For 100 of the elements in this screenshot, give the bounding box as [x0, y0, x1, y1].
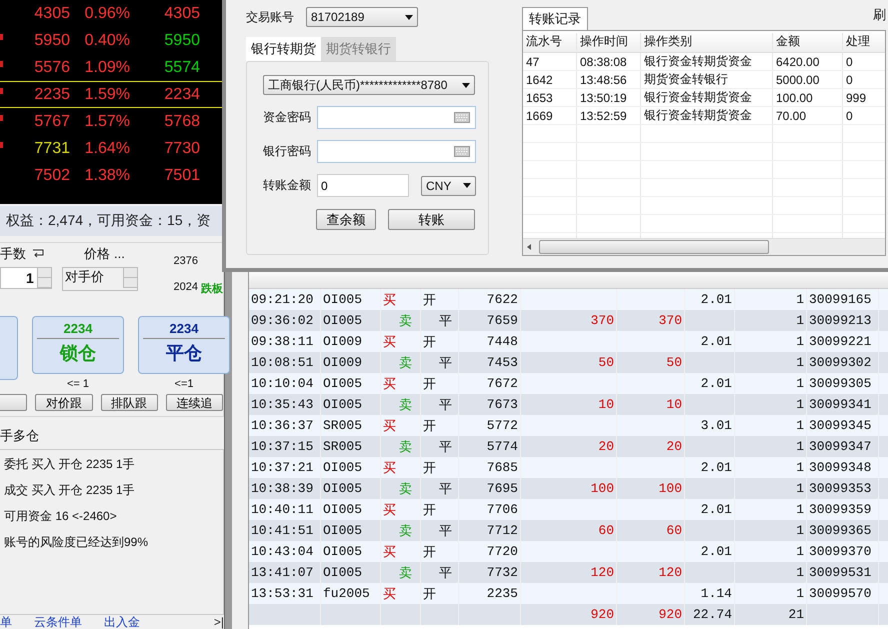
open-close-text: 开 — [423, 292, 436, 308]
quote-change: 1.38% — [84, 166, 130, 184]
follow-button[interactable]: 排队跟 — [100, 394, 158, 411]
log-entry: 账号的风险度已经达到99% — [3, 534, 150, 551]
table-cell: 13:52:59 — [577, 107, 641, 124]
keyboard-icon[interactable] — [454, 146, 470, 157]
profit-text: 10 — [666, 397, 682, 412]
fee-text: 1.14 — [700, 586, 732, 601]
log-entry: 可用资金 16 <-2460> — [3, 508, 118, 525]
open-close-text: 平 — [439, 312, 452, 330]
limit-text: <=1 — [174, 378, 194, 390]
tab[interactable]: 银行转期货 — [246, 37, 321, 61]
bottom-tab[interactable]: 云条件单 — [34, 614, 82, 629]
total-cell: 22.74 — [685, 604, 735, 625]
spinner-icon[interactable] — [122, 268, 136, 288]
account-label: 交易账号 — [246, 8, 294, 26]
table-cell: 银行资金转期货资金 — [641, 89, 773, 106]
price-label: 价格 — [84, 244, 110, 263]
side-text: 卖 — [399, 564, 412, 582]
amount-field[interactable]: 0 — [317, 174, 409, 197]
scroll-left-icon[interactable] — [527, 244, 531, 250]
open-close-text: 平 — [439, 480, 452, 498]
table-cell: 47 — [523, 53, 577, 70]
price-type-field[interactable]: 对手价 — [62, 266, 138, 291]
order-button[interactable]: 2234 平仓 — [138, 316, 230, 374]
records-tab[interactable]: 转账记录 — [522, 7, 588, 30]
column-header[interactable]: 操作时间 — [577, 33, 641, 50]
open-close-text: 开 — [423, 334, 436, 350]
open-close-text: 开 — [423, 376, 436, 392]
table-cell: 0 — [843, 53, 885, 70]
follow-button[interactable]: 连续追 — [166, 394, 223, 411]
profit-text: 50 — [598, 355, 614, 370]
side-text: 卖 — [399, 312, 412, 330]
side-text: 买 — [383, 418, 396, 434]
fee-text: 2.01 — [700, 292, 732, 307]
profit-text: 60 — [666, 523, 682, 538]
caret-icon — [463, 183, 471, 188]
total-cell: 920 — [521, 604, 617, 625]
position-title: 手多仓 — [0, 426, 40, 445]
profit-text: 20 — [598, 439, 614, 454]
quote-change: 1.59% — [84, 86, 130, 104]
table-cell: 13:50:19 — [577, 89, 641, 106]
profit-text: 100 — [590, 481, 614, 496]
bottom-tab[interactable]: 单 — [0, 614, 12, 629]
side-text: 买 — [383, 376, 396, 392]
spinner-icon[interactable] — [36, 268, 51, 288]
table-cell: 1669 — [523, 107, 577, 124]
profit-text: 370 — [590, 313, 614, 328]
fee-text: 2.01 — [700, 544, 732, 559]
fee-text: 2.01 — [700, 460, 732, 475]
dialog-button[interactable]: 查余额 — [316, 209, 376, 230]
account-select[interactable]: 81702189 — [306, 7, 418, 27]
quote-last: 5950 — [163, 32, 200, 50]
column-header[interactable]: 流水号 — [523, 33, 577, 50]
profit-text: 120 — [658, 565, 682, 580]
scroll-end-button[interactable]: >| — [214, 615, 224, 629]
quote-price: 5950 — [33, 32, 70, 50]
table-cell: 6420.00 — [773, 53, 843, 70]
bank-select[interactable]: 工商银行(人民币)*************8780 — [263, 75, 475, 95]
limit-text: <= 1 — [66, 378, 90, 390]
table-cell: 70.00 — [773, 107, 843, 124]
scroll-thumb[interactable] — [539, 240, 769, 254]
log-entry: 委托 买入 开仓 2235 1手 — [3, 456, 136, 473]
column-header[interactable]: 处理 — [843, 33, 885, 50]
table-cell: 0 — [843, 107, 885, 124]
bottom-tab[interactable]: 出入金 — [104, 614, 140, 629]
refresh-button[interactable]: 刷 — [873, 6, 886, 24]
follow-button[interactable]: 对价跟 — [35, 394, 92, 411]
quote-price: 4305 — [33, 4, 70, 22]
open-close-text: 开 — [423, 544, 436, 560]
quote-change: 1.64% — [84, 140, 130, 158]
open-close-text: 开 — [423, 586, 436, 602]
lots-field[interactable]: 1 — [0, 266, 52, 289]
open-close-text: 平 — [439, 396, 452, 414]
return-icon[interactable] — [32, 248, 44, 259]
dialog-button[interactable]: 转账 — [388, 209, 475, 230]
total-cell: 21 — [735, 604, 807, 625]
side-text: 买 — [383, 544, 396, 560]
profit-text: 100 — [658, 481, 682, 496]
keyboard-icon[interactable] — [454, 112, 470, 123]
open-close-text: 开 — [423, 418, 436, 434]
fund-password-label: 资金密码 — [263, 109, 311, 126]
side-text: 卖 — [399, 438, 412, 456]
side-text: 卖 — [399, 480, 412, 498]
column-header[interactable]: 操作类别 — [641, 33, 773, 50]
limit-up-price: 2376 — [174, 254, 199, 267]
quote-last: 5574 — [163, 58, 200, 76]
quote-last: 7730 — [163, 140, 200, 158]
currency-select[interactable]: CNY — [421, 176, 476, 196]
password-field[interactable] — [317, 106, 476, 129]
more-link[interactable]: ... — [114, 246, 125, 262]
password-field[interactable] — [317, 140, 476, 163]
fee-text: 2.01 — [700, 376, 732, 391]
quote-last: 4305 — [163, 4, 200, 22]
quote-change: 0.40% — [84, 32, 130, 50]
table-cell: 999 — [843, 89, 885, 106]
quote-change: 0.96% — [84, 4, 130, 22]
column-header[interactable]: 金额 — [773, 33, 843, 50]
table-cell: 0 — [843, 71, 885, 88]
side-text: 买 — [383, 460, 396, 476]
